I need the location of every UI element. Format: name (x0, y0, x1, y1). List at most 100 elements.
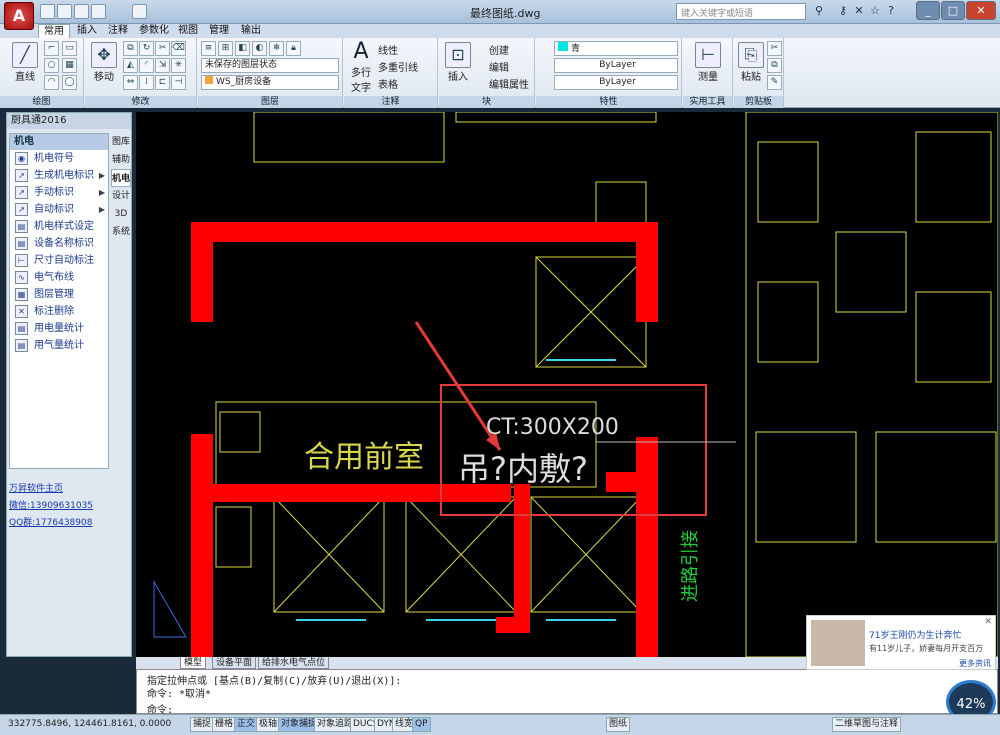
layer-freeze-icon[interactable]: ❄ (269, 41, 284, 56)
menu-item-delete-dims[interactable]: ✕ 标注删除 (10, 303, 108, 320)
move-button[interactable]: ✥ 移动 (87, 42, 121, 83)
homepage-link[interactable]: 万昇软件主页 (9, 481, 129, 498)
copy-clip-icon[interactable]: ⧉ (767, 58, 782, 73)
insert-button[interactable]: ⊡ 插入 (441, 42, 475, 83)
tab-auxiliary[interactable]: 辅助 (111, 151, 131, 169)
block-panel-label[interactable]: 块 (439, 96, 534, 108)
tab-insert[interactable]: 插入 (72, 24, 102, 38)
match-prop-icon[interactable]: ✎ (767, 75, 782, 90)
help-icon[interactable]: ? (884, 4, 898, 18)
erase-icon[interactable]: ⌫ (171, 41, 186, 56)
mtext-button[interactable]: A 多行 文字 (346, 40, 376, 95)
menu-item-layer-manage[interactable]: ▦ 图层管理 (10, 286, 108, 303)
explode-icon[interactable]: ✳ (171, 58, 186, 73)
key-icon[interactable]: ⚷ (836, 4, 850, 18)
properties-panel-label[interactable]: 特性 (536, 96, 681, 108)
polar-toggle[interactable]: 极轴 (256, 717, 281, 732)
qq-group-link[interactable]: QQ群:1776438908 (9, 515, 129, 532)
tab-system[interactable]: 系统 (111, 223, 131, 241)
linear-dim-button[interactable]: 线性 (378, 42, 398, 57)
table-button[interactable]: 表格 (378, 76, 398, 91)
news-headline[interactable]: 71岁王刚仍为生计奔忙 (869, 628, 961, 641)
undo-icon[interactable] (91, 4, 106, 19)
block-edit-button[interactable]: 编辑 (489, 59, 509, 74)
floor-plan[interactable]: 合用前室 CT:300X200 吊?内敷? 进路引接 (136, 112, 998, 657)
ellipse-icon[interactable]: ◯ (62, 75, 77, 90)
layer-match-icon[interactable]: ⊞ (218, 41, 233, 56)
more-news-link[interactable]: 更多资讯 (959, 658, 991, 669)
polyline-icon[interactable]: ⌐ (44, 41, 59, 56)
modify-panel-label[interactable]: 修改 (85, 96, 196, 108)
layer-lock-icon[interactable]: 🔒︎ (286, 41, 301, 56)
menu-item-wiring[interactable]: ∿ 电气布线 (10, 269, 108, 286)
open-icon[interactable] (57, 4, 72, 19)
menu-item-device-name-tag[interactable]: ▤ 设备名称标识 (10, 235, 108, 252)
menu-item-power-stats[interactable]: ▤ 用电量统计 (10, 320, 108, 337)
utilities-panel-label[interactable]: 实用工具 (683, 96, 732, 108)
tab-view[interactable]: 视图 (173, 24, 203, 38)
tab-parametric[interactable]: 参数化 (134, 24, 174, 38)
command-window[interactable]: 指定拉伸点或 [基点(B)/复制(C)/放弃(U)/退出(X)]: 命令: *取… (136, 669, 998, 716)
block-create-button[interactable]: 创建 (489, 42, 509, 57)
menu-item-gas-stats[interactable]: ▤ 用气量统计 (10, 337, 108, 354)
arc-icon[interactable]: ◠ (44, 75, 59, 90)
mleader-button[interactable]: 多重引线 (378, 59, 418, 74)
workspace-switch[interactable]: 二维草图与注释 (832, 717, 902, 732)
binoculars-icon[interactable]: ⚲ (812, 4, 826, 18)
array-icon[interactable]: ⁞ (139, 75, 154, 90)
color-select[interactable]: 青 (554, 41, 678, 56)
tab-output[interactable]: 输出 (236, 24, 266, 38)
star-icon[interactable]: ☆ (868, 4, 882, 18)
tab-design[interactable]: 设计 (111, 187, 131, 205)
clipboard-panel-label[interactable]: 剪贴板 (734, 96, 783, 108)
menu-item-generate-tags[interactable]: ↗ 生成机电标识 ▶ (10, 167, 108, 184)
save-icon[interactable] (74, 4, 89, 19)
trim-icon[interactable]: ✂ (155, 41, 170, 56)
print-icon[interactable] (132, 4, 147, 19)
layer-state-select[interactable]: 未保存的图层状态 (201, 58, 339, 73)
line-button[interactable]: ╱ 直线 (8, 42, 42, 83)
layer-off-icon[interactable]: ◐ (252, 41, 267, 56)
tab-model[interactable]: 模型 (180, 657, 207, 669)
measure-button[interactable]: ⊢ 测量 (691, 42, 725, 83)
tab-annotate[interactable]: 注释 (103, 24, 133, 38)
extend-icon[interactable]: ⊣ (171, 75, 186, 90)
linetype-select[interactable]: ByLayer (554, 58, 678, 73)
paste-button[interactable]: ⎘ 粘贴 (736, 42, 766, 83)
wechat-link[interactable]: 微信:13909631035 (9, 498, 129, 515)
maximize-button[interactable]: □ (941, 1, 965, 20)
draw-panel-label[interactable]: 绘图 (0, 96, 83, 108)
menu-item-manual-tag[interactable]: ↗ 手动标识 ▶ (10, 184, 108, 201)
tab-manage[interactable]: 管理 (204, 24, 234, 38)
menu-item-auto-dimension[interactable]: ⊢ 尺寸自动标注 (10, 252, 108, 269)
qp-toggle[interactable]: QP (412, 717, 431, 732)
layers-panel-label[interactable]: 图层 (198, 96, 342, 108)
menu-item-mep-symbol[interactable]: ◉ 机电符号 (10, 150, 108, 167)
layer-properties-icon[interactable]: ≡ (201, 41, 216, 56)
paper-button[interactable]: 图纸 (606, 717, 631, 732)
circle-icon[interactable]: ○ (44, 58, 59, 73)
menu-item-auto-tag[interactable]: ↗ 自动标识 ▶ (10, 201, 108, 218)
snap-toggle[interactable]: 捕捉 (190, 717, 215, 732)
tab-3d[interactable]: 3D (111, 205, 131, 223)
search-input[interactable]: 键入关键字或短语 (676, 3, 806, 20)
rotate-icon[interactable]: ↻ (139, 41, 154, 56)
exchange-icon[interactable]: ✕ (852, 4, 866, 18)
scale-icon[interactable]: ⇲ (155, 58, 170, 73)
tab-library[interactable]: 图库 (111, 133, 131, 151)
plugin-menu-header[interactable]: 机电 (10, 134, 108, 150)
menu-item-style-settings[interactable]: ▤ 机电样式设定 (10, 218, 108, 235)
rectangle-icon[interactable]: ▭ (62, 41, 77, 56)
tab-mep[interactable]: 机电 (111, 169, 131, 187)
minimize-button[interactable]: _ (916, 1, 940, 20)
close-button[interactable]: ✕ (966, 1, 996, 20)
autocad-app-icon[interactable]: A (4, 2, 34, 30)
drawing-canvas[interactable]: 合用前室 CT:300X200 吊?内敷? 进路引接 (136, 112, 998, 657)
annotation-panel-label[interactable]: 注释 (344, 96, 437, 108)
close-popup-icon[interactable]: ✕ (984, 617, 992, 627)
new-icon[interactable] (40, 4, 55, 19)
fillet-icon[interactable]: ◜ (139, 58, 154, 73)
stretch-icon[interactable]: ⇔ (123, 75, 138, 90)
ortho-toggle[interactable]: 正交 (234, 717, 259, 732)
grid-toggle[interactable]: 栅格 (212, 717, 237, 732)
